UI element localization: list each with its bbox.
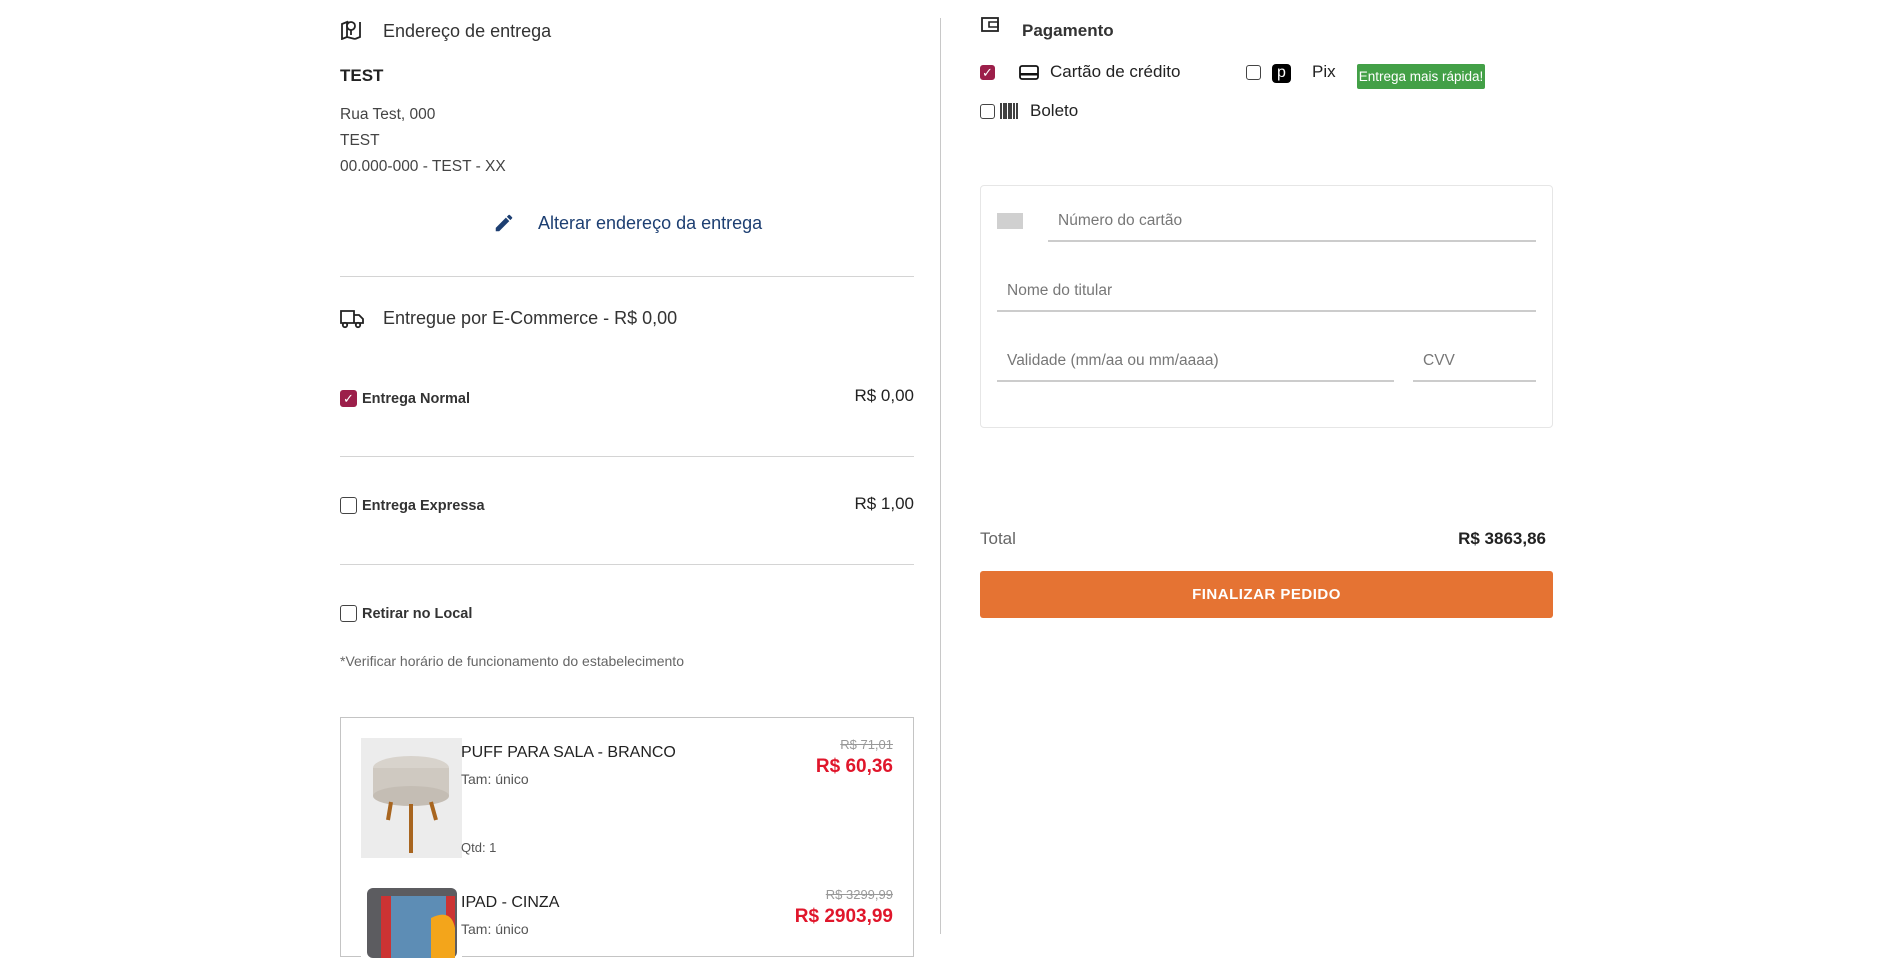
divider	[340, 276, 914, 277]
address-title: Endereço de entrega	[383, 21, 552, 41]
entrega-normal-checkbox[interactable]: ✓	[340, 390, 357, 407]
product-image	[361, 888, 462, 958]
divider	[340, 564, 914, 565]
credit-card-checkbox[interactable]: ✓	[980, 65, 995, 80]
card-number-input[interactable]: Número do cartão	[1048, 212, 1536, 242]
product-name: IPAD - CINZA	[461, 894, 560, 911]
product-price: R$ 60,36	[815, 756, 893, 777]
shipping-title: Entregue por E-Commerce - R$ 0,00	[383, 308, 678, 328]
boleto-label: Boleto	[1030, 101, 1079, 120]
pix-checkbox[interactable]	[1246, 65, 1261, 80]
address-line1: Rua Test, 000	[340, 106, 436, 123]
retirar-local-checkbox[interactable]	[340, 605, 357, 622]
address-line3: 00.000-000 - TEST - XX	[340, 158, 506, 175]
total-label: Total	[980, 529, 1016, 548]
card-holder-input[interactable]: Nome do titular	[997, 282, 1536, 312]
barcode-icon	[1000, 103, 1018, 119]
product-qty: Qtd: 1	[461, 840, 497, 855]
entrega-normal-price: R$ 0,00	[854, 386, 914, 405]
product-old-price: R$ 71,01	[840, 737, 893, 752]
product-name: PUFF PARA SALA - BRANCO	[461, 744, 676, 761]
retirar-local-label: Retirar no Local	[362, 606, 473, 622]
card-expiry-input[interactable]: Validade (mm/aa ou mm/aaaa)	[997, 352, 1394, 382]
pencil-icon	[495, 214, 513, 232]
entrega-expressa-checkbox[interactable]	[340, 497, 357, 514]
pix-icon: p	[1272, 64, 1291, 83]
wallet-icon	[981, 17, 999, 32]
product-price: R$ 2903,99	[794, 906, 893, 927]
truck-icon	[340, 310, 364, 329]
pickup-note: *Verificar horário de funcionamento do e…	[340, 653, 684, 669]
map-pin-icon	[341, 20, 361, 40]
payment-title: Pagamento	[1022, 21, 1114, 40]
change-address-link[interactable]: Alterar endereço da entrega	[493, 212, 762, 234]
finalize-order-button[interactable]: FINALIZAR PEDIDO	[980, 571, 1553, 618]
divider	[340, 456, 914, 457]
card-cvv-input[interactable]: CVV	[1413, 352, 1536, 382]
change-address-label: Alterar endereço da entrega	[538, 212, 763, 233]
entrega-normal-label: Entrega Normal	[362, 391, 470, 407]
boleto-checkbox[interactable]	[980, 104, 995, 119]
product-size: Tam: único	[461, 921, 529, 937]
column-divider	[940, 18, 941, 934]
entrega-expressa-price: R$ 1,00	[854, 494, 914, 513]
entrega-expressa-label: Entrega Expressa	[362, 498, 485, 514]
cart-items-box: PUFF PARA SALA - BRANCO Tam: único Qtd: …	[340, 717, 914, 958]
product-old-price: R$ 3299,99	[825, 887, 893, 902]
product-image	[361, 738, 462, 858]
credit-card-label: Cartão de crédito	[1050, 62, 1181, 81]
address-name: TEST	[340, 66, 384, 85]
address-line2: TEST	[340, 132, 380, 149]
card-brand-icon	[997, 213, 1023, 229]
credit-card-icon	[1019, 65, 1039, 80]
pix-faster-badge: Entrega mais rápida!	[1357, 64, 1485, 89]
pix-label: Pix	[1312, 62, 1336, 81]
total-value: R$ 3863,86	[1458, 529, 1546, 548]
product-size: Tam: único	[461, 771, 529, 787]
